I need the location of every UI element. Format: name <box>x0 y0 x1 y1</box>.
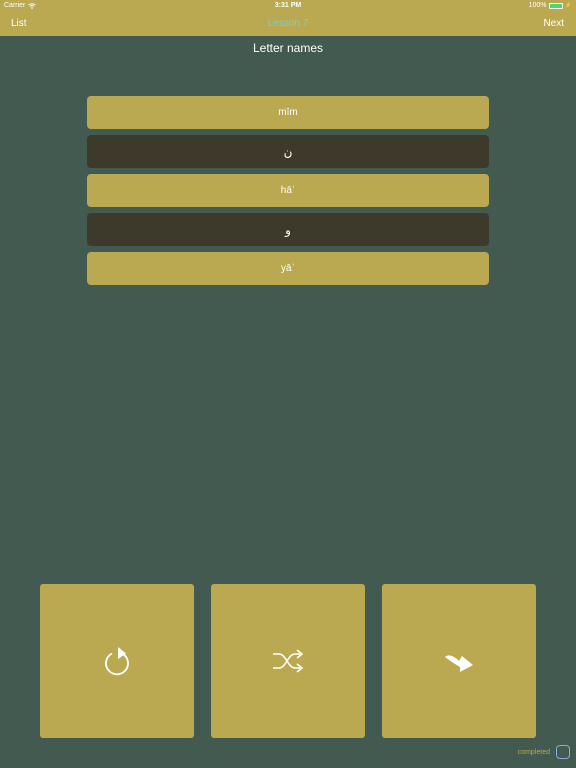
forward-icon <box>445 655 473 672</box>
answer-option-3[interactable]: hāʾ <box>87 174 489 207</box>
forward-button[interactable] <box>382 584 536 738</box>
completed-toggle: completed <box>518 745 570 759</box>
battery-icon <box>548 2 563 9</box>
battery-fill <box>549 3 562 8</box>
answer-list: mīm ن hāʾ و yāʾ <box>87 96 489 291</box>
answer-option-4[interactable]: و <box>87 213 489 246</box>
shuffle-button[interactable] <box>211 584 365 738</box>
shuffle-icon <box>273 649 304 673</box>
replay-button[interactable] <box>40 584 194 738</box>
control-panel <box>40 584 537 738</box>
answer-option-5[interactable]: yāʾ <box>87 252 489 285</box>
answer-label: و <box>285 222 291 237</box>
navigation-bar: List Lesson 7 Next <box>0 12 576 36</box>
next-button[interactable]: Next <box>543 18 564 29</box>
answer-option-1[interactable]: mīm <box>87 96 489 129</box>
replay-icon <box>105 647 129 676</box>
status-bar: Carrier 3:31 PM 100% ⚡ <box>0 0 576 12</box>
lesson-title: Lesson 7 <box>267 18 309 29</box>
answer-label: ن <box>283 144 293 159</box>
battery-info: 100% ⚡ <box>529 2 572 9</box>
status-time: 3:31 PM <box>274 2 302 9</box>
answer-label: yāʾ <box>281 263 295 274</box>
answer-option-2[interactable]: ن <box>87 135 489 168</box>
completed-label: completed <box>517 748 550 756</box>
answer-label: hāʾ <box>280 185 296 196</box>
answer-label: mīm <box>278 107 298 118</box>
battery-percent: 100% <box>528 2 547 9</box>
completed-checkbox[interactable] <box>556 745 570 759</box>
section-title: Letter names <box>252 41 324 55</box>
charging-icon: ⚡ <box>564 3 572 9</box>
